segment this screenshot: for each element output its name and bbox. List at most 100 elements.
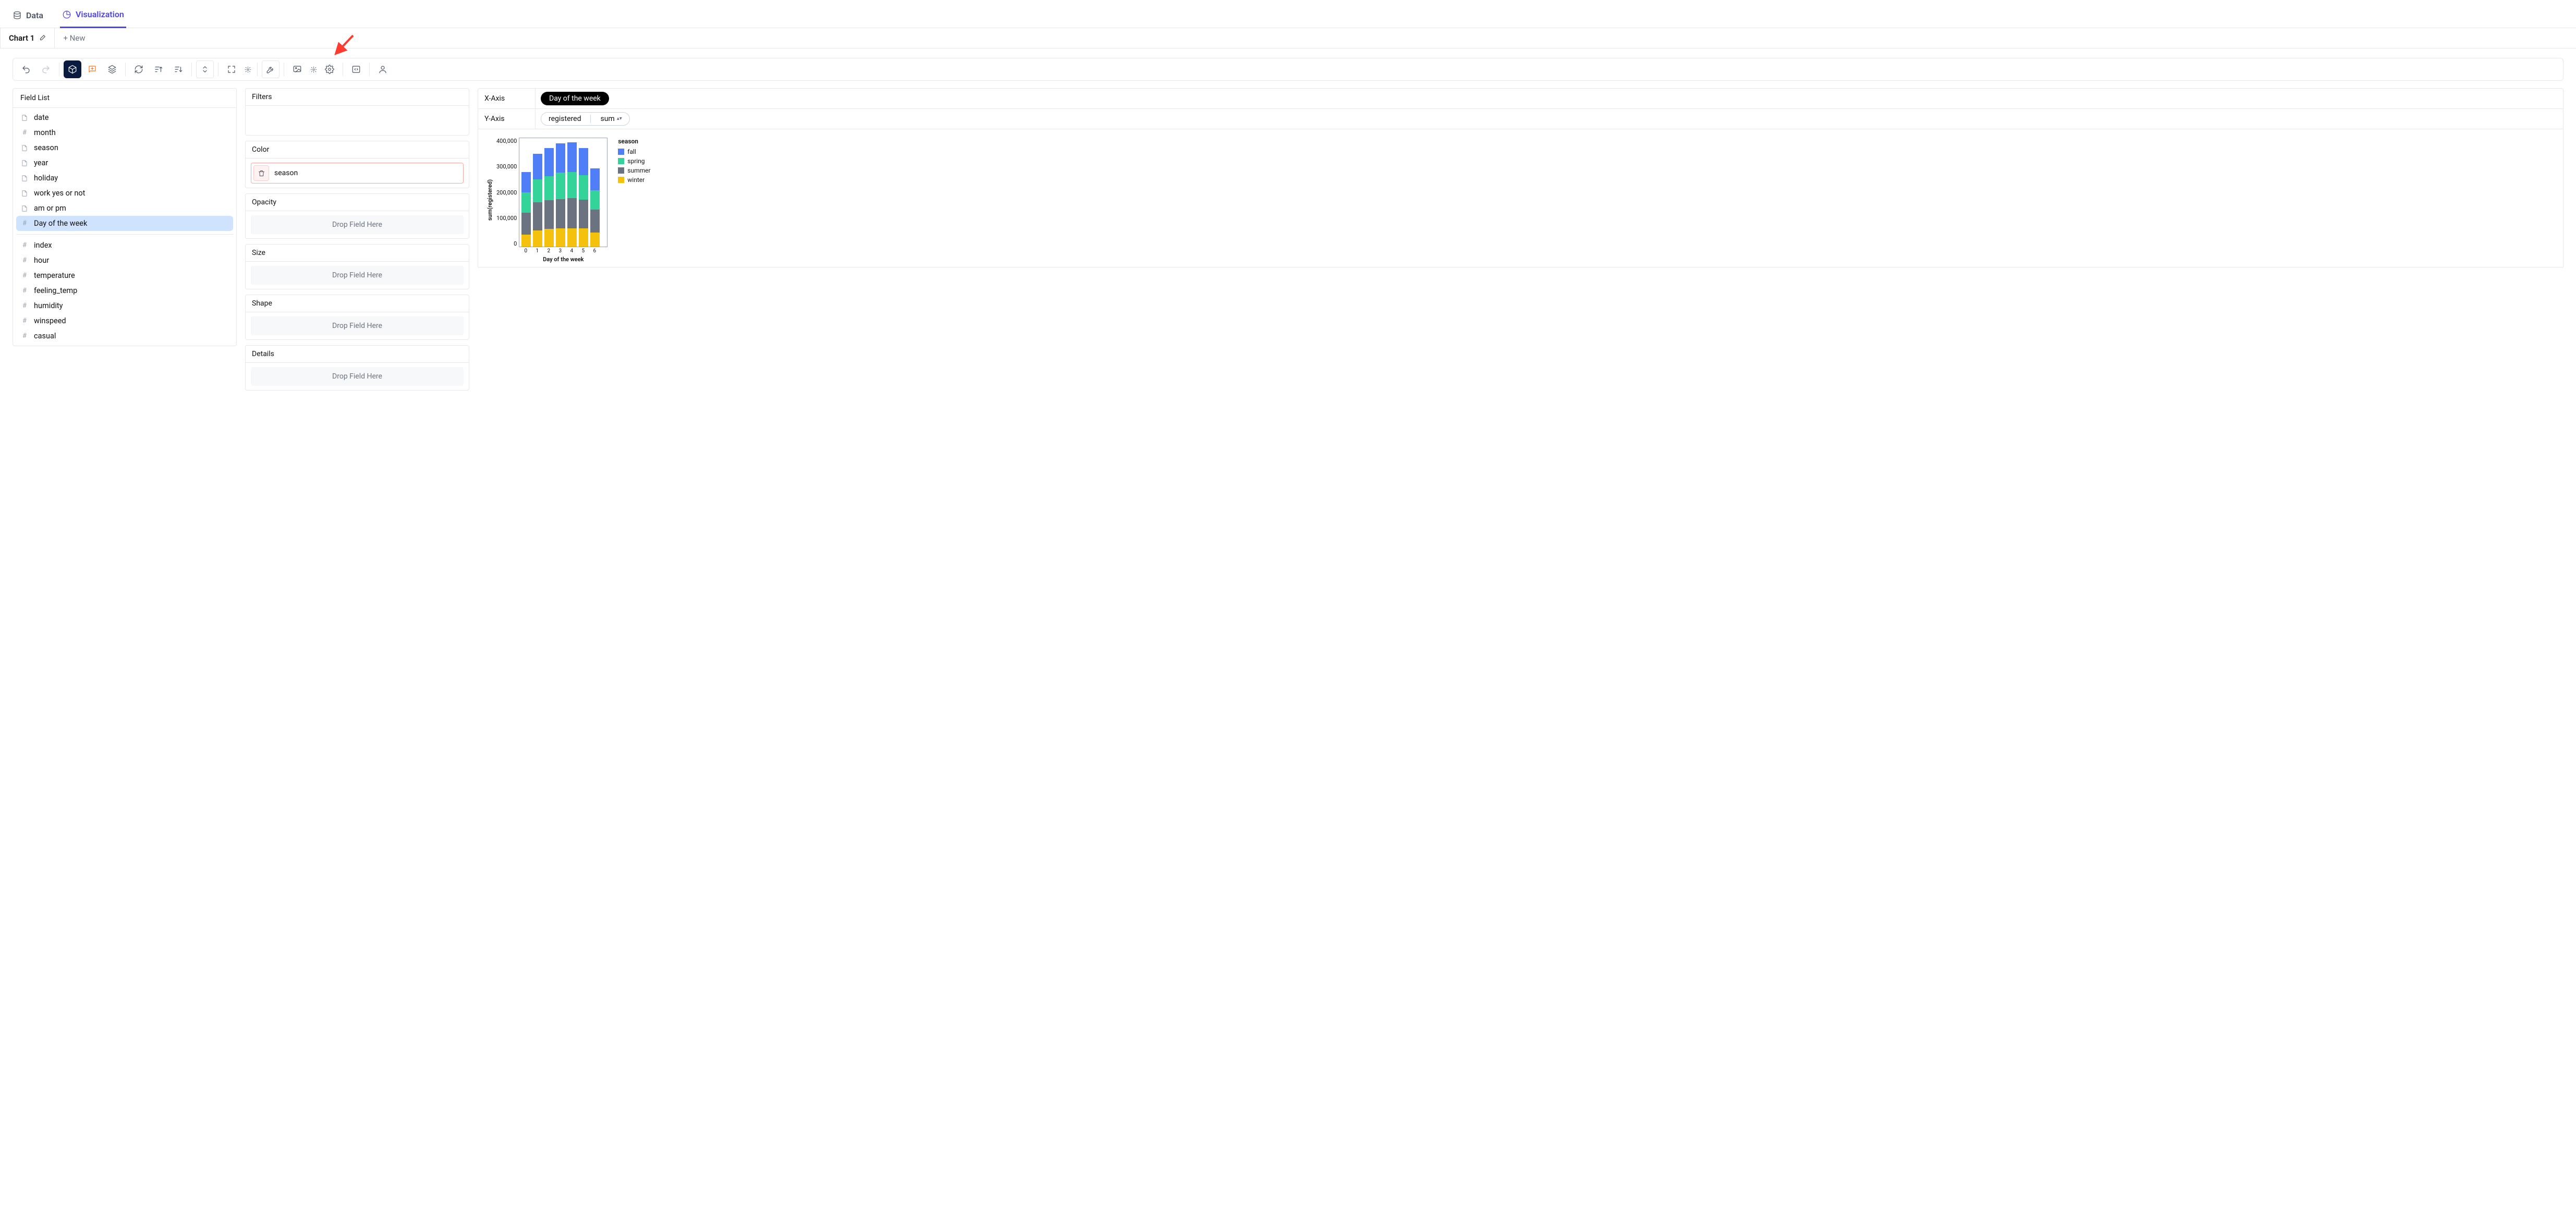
legend-item[interactable]: spring [618,156,650,166]
cube-mode-button[interactable] [64,60,81,78]
hash-icon: # [20,257,29,265]
refresh-button[interactable] [130,60,148,78]
field-item[interactable]: season [16,140,233,155]
bar-segment [556,173,565,199]
field-item[interactable]: #temperature [16,268,233,283]
field-label: humidity [34,301,63,310]
x-axis-pill[interactable]: Day of the week [541,92,609,105]
tab-data[interactable]: Data [10,10,45,28]
details-dropzone[interactable]: Drop Field Here [251,367,464,386]
field-item[interactable]: work yes or not [16,186,233,201]
tab-visualization-label: Visualization [76,9,124,19]
bar-segment [556,199,565,229]
size-dropzone[interactable]: Drop Field Here [251,266,464,285]
field-label: index [34,241,52,250]
y-tick: 100,000 [496,215,517,222]
color-block: Color season [245,141,469,188]
file-icon [20,174,29,182]
separator [16,234,233,235]
field-item[interactable]: #humidity [16,298,233,313]
tab-visualization[interactable]: Visualization [60,9,126,28]
field-item[interactable]: #casual [16,328,233,344]
chart-tab-1[interactable]: Chart 1 [0,28,55,48]
y-field-name: registered [549,115,581,123]
user-button[interactable] [374,60,392,78]
undo-button[interactable] [17,60,35,78]
bar[interactable] [590,168,600,247]
shape-block: Shape Drop Field Here [245,295,469,340]
separator [191,63,192,76]
bar[interactable] [544,148,554,247]
y-axis-pill[interactable]: registered sum ▴▾ [541,112,630,126]
field-item[interactable]: #winspeed [16,313,233,328]
wrench-button[interactable] [262,60,280,78]
hash-icon: # [20,219,29,228]
image-button[interactable] [288,60,306,78]
x-tick: 3 [555,248,565,254]
size-block: Size Drop Field Here [245,244,469,289]
bar[interactable] [521,172,531,247]
display-settings-button[interactable] [242,60,253,78]
hash-icon: # [20,287,29,295]
x-axis-value[interactable]: Day of the week [536,89,2563,108]
bar[interactable] [556,143,565,247]
remove-color-field-button[interactable] [253,165,269,181]
x-tick: 5 [578,248,588,254]
new-chart-tab[interactable]: + New [55,28,93,48]
color-field-chip[interactable]: season [251,163,464,184]
bar-segment [533,154,542,179]
bar-segment [590,190,600,210]
legend-item[interactable]: winter [618,175,650,185]
legend-item[interactable]: fall [618,147,650,156]
field-item[interactable]: #index [16,238,233,253]
field-item[interactable]: #hour [16,253,233,268]
image-settings-button[interactable] [308,60,319,78]
plot-area[interactable] [519,138,607,247]
filters-dropzone[interactable] [246,106,469,135]
field-item[interactable]: #month [16,125,233,140]
legend-label: summer [627,166,650,175]
gear-small2-icon [310,66,317,73]
y-axis-value[interactable]: registered sum ▴▾ [536,109,2563,129]
plot-wrap: sum(registered) 400,000300,000200,000100… [487,138,607,263]
bar-segment [544,229,554,247]
cube-icon [68,65,77,74]
legend-swatch [618,167,624,174]
field-item[interactable]: date [16,110,233,125]
sort-desc-button[interactable] [169,60,187,78]
field-item[interactable]: holiday [16,170,233,186]
sort-asc-button[interactable] [150,60,167,78]
chat-plus-icon [88,65,97,74]
separator [369,63,370,76]
bar[interactable] [579,148,588,247]
opacity-dropzone[interactable]: Drop Field Here [251,215,464,234]
field-item[interactable]: am or pm [16,201,233,216]
expand-button[interactable] [223,60,240,78]
comment-add-button[interactable] [83,60,101,78]
redo-button[interactable] [37,60,55,78]
field-item[interactable]: #feeling_temp [16,283,233,298]
axis-select-button[interactable] [196,60,214,78]
y-agg-selector[interactable]: sum ▴▾ [600,115,622,123]
bar-segment [590,210,600,233]
bar-segment [567,142,577,172]
shape-dropzone[interactable]: Drop Field Here [251,316,464,335]
bar[interactable] [567,142,577,247]
layers-button[interactable] [103,60,121,78]
bar-segment [533,202,542,230]
field-label: year [34,158,48,167]
field-label: work yes or not [34,189,85,198]
y-agg-label: sum [600,115,614,123]
legend-item[interactable]: summer [618,166,650,175]
image-icon [293,65,302,74]
expand-icon [227,65,236,74]
edit-icon[interactable] [39,34,46,42]
field-item[interactable]: # Day of the week [16,216,233,231]
bar[interactable] [533,154,542,247]
code-button[interactable] [347,60,365,78]
x-tick: 0 [521,248,530,254]
field-item[interactable]: year [16,155,233,170]
settings-button[interactable] [321,60,338,78]
bar-segment [544,176,554,201]
field-label: Day of the week [34,219,87,228]
